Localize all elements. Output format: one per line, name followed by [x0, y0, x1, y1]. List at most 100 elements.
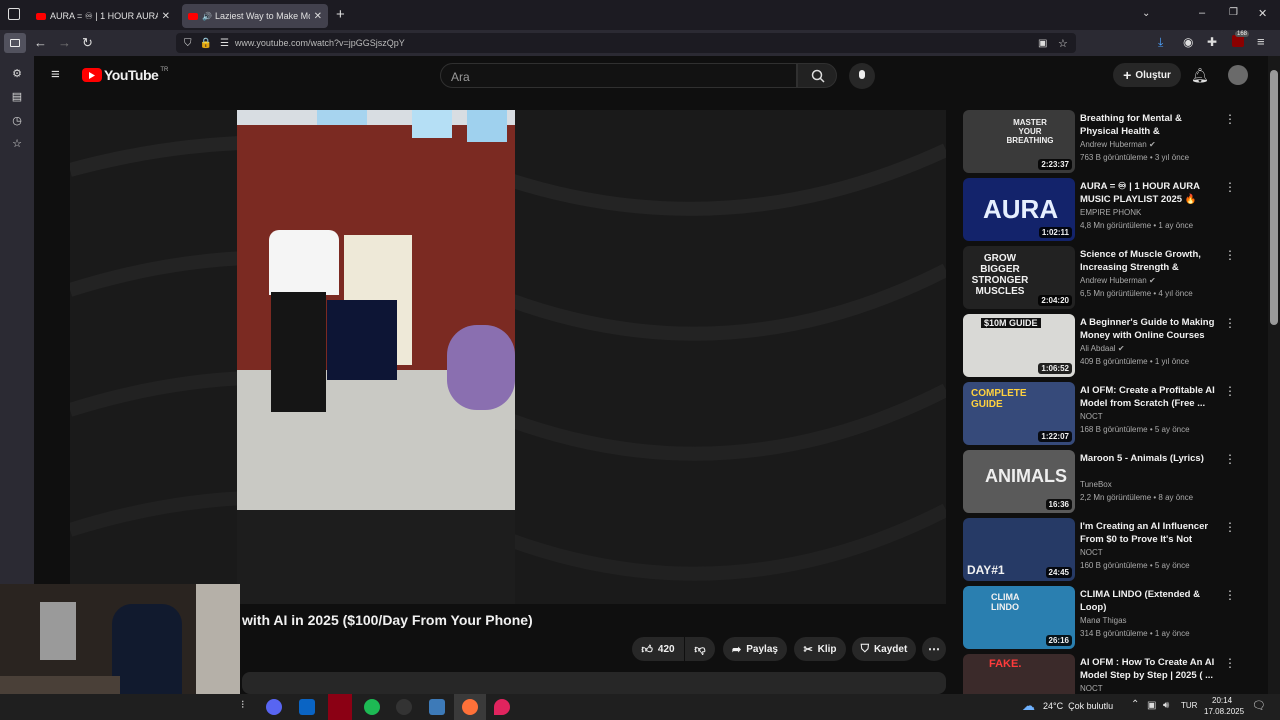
close-window-icon[interactable]: ✕ [1258, 7, 1267, 20]
create-button[interactable]: + Oluştur [1113, 63, 1181, 87]
voice-search-button[interactable] [849, 63, 875, 89]
account-icon[interactable]: ◉ [1183, 35, 1193, 49]
video-title[interactable]: Science of Muscle Growth, Increasing Str… [1080, 248, 1216, 274]
avatar[interactable] [1228, 65, 1248, 85]
back-icon[interactable]: ← [34, 35, 47, 50]
minimize-icon[interactable]: – [1199, 7, 1205, 19]
shield-icon[interactable]: ⛉ [184, 38, 192, 49]
notifications-bell-icon[interactable]: 🔔︎ [1191, 67, 1209, 84]
video-title[interactable]: Maroon 5 - Animals (Lyrics) [1080, 452, 1216, 465]
scrollbar[interactable] [1268, 56, 1280, 694]
video-thumbnail[interactable]: $10M GUIDE 1:06:52 [963, 314, 1075, 377]
video-player[interactable] [70, 110, 946, 604]
hamburger-menu-icon[interactable]: ≡ [51, 66, 60, 83]
game-app-icon[interactable] [396, 699, 412, 715]
location-app-icon[interactable] [494, 699, 510, 715]
ai-chat-icon[interactable]: ⚙ [10, 66, 24, 80]
recommendation-card[interactable]: AURA 1:02:11 AURA = ♾ | 1 HOUR AURA MUSI… [962, 178, 1262, 242]
language-indicator[interactable]: TUR [1181, 701, 1197, 710]
tab-list-icon[interactable] [8, 8, 20, 20]
channel-name[interactable]: NOCT [1080, 684, 1103, 693]
url-text[interactable]: www.youtube.com/watch?v=jpGGSjszQpY [235, 38, 405, 48]
channel-name[interactable]: Andrew Huberman ✔ [1080, 276, 1156, 285]
video-thumbnail[interactable]: MASTER YOUR BREATHING 2:23:37 [963, 110, 1075, 173]
close-icon[interactable]: ✕ [314, 11, 322, 22]
recommendation-card[interactable]: ANIMALS 16:36 Maroon 5 - Animals (Lyrics… [962, 450, 1262, 514]
video-frame[interactable] [237, 110, 515, 604]
speaker-icon[interactable]: 🔊︎ [1163, 700, 1169, 711]
video-thumbnail[interactable]: COMPLETE GUIDE 1:22:07 [963, 382, 1075, 445]
url-bar[interactable]: ⛉ 🔒 ☰ www.youtube.com/watch?v=jpGGSjszQp… [176, 33, 1076, 53]
youtube-logo[interactable]: YouTube TR [82, 67, 168, 83]
recommendation-card[interactable]: MASTER YOUR BREATHING 2:23:37 Breathing … [962, 110, 1262, 174]
firefox-icon[interactable] [462, 699, 478, 715]
download-icon[interactable]: ⤓ [1158, 35, 1163, 50]
close-icon[interactable]: ✕ [162, 11, 170, 22]
recommendation-card[interactable]: GROW BIGGER STRONGER MUSCLES 2:04:20 Sci… [962, 246, 1262, 310]
taskbar-item-icon[interactable]: ⁝ [241, 698, 245, 711]
tab-aura[interactable]: AURA = ♾ | 1 HOUR AURA M ✕ [30, 4, 176, 28]
weather-text[interactable]: 24°C Çok bulutlu [1043, 701, 1113, 711]
search-button[interactable] [797, 63, 837, 88]
reload-icon[interactable]: ↻ [82, 35, 93, 51]
video-title[interactable]: I'm Creating an AI Influencer From $0 to… [1080, 520, 1216, 546]
synced-tabs-icon[interactable]: ▤ [10, 89, 24, 103]
menu-icon[interactable]: ≡ [1257, 34, 1265, 49]
clip-button[interactable]: ✂ Klip [794, 637, 846, 661]
recommendation-card[interactable]: CLIMA LINDO 26:16 CLIMA LINDO (Extended … [962, 586, 1262, 650]
chevron-up-icon[interactable]: ⌃ [1131, 699, 1139, 710]
weather-icon[interactable]: ☁ [1022, 698, 1035, 714]
video-title[interactable]: A Beginner's Guide to Making Money with … [1080, 316, 1216, 342]
channel-name[interactable]: EMPIRE PHONK [1080, 208, 1141, 217]
forward-icon[interactable]: → [58, 35, 71, 50]
channel-name[interactable]: NOCT [1080, 412, 1103, 421]
like-button[interactable]: 👍︎ 420 [632, 637, 684, 661]
channel-name[interactable]: Ali Abdaal ✔ [1080, 344, 1125, 353]
video-thumbnail[interactable]: AURA 1:02:11 [963, 178, 1075, 241]
tray-app-icon[interactable]: ▣ [1147, 700, 1156, 711]
description-box[interactable] [242, 672, 946, 694]
more-vertical-icon[interactable]: ⋮ [1224, 248, 1236, 262]
video-thumbnail[interactable]: CLIMA LINDO 26:16 [963, 586, 1075, 649]
more-vertical-icon[interactable]: ⋮ [1224, 520, 1236, 534]
restore-icon[interactable]: ❐ [1229, 7, 1238, 18]
more-vertical-icon[interactable]: ⋮ [1224, 112, 1236, 126]
more-vertical-icon[interactable]: ⋮ [1224, 588, 1236, 602]
search-input[interactable]: Ara [440, 63, 797, 88]
video-title[interactable]: CLIMA LINDO (Extended & Loop) [1080, 588, 1216, 614]
channel-name[interactable]: NOCT [1080, 548, 1103, 557]
recommendation-card[interactable]: $10M GUIDE 1:06:52 A Beginner's Guide to… [962, 314, 1262, 378]
sidebar-toggle-icon[interactable] [4, 33, 26, 53]
bookmark-star-icon[interactable]: ☆ [1058, 37, 1068, 50]
app-red-icon[interactable] [328, 694, 352, 720]
video-title[interactable]: Breathing for Mental & Physical Health &… [1080, 112, 1216, 138]
picture-in-picture-icon[interactable]: ▣ [1038, 38, 1047, 49]
tab-laziest-way[interactable]: 🔊 Laziest Way to Make Mone ✕ [182, 4, 328, 28]
speaker-icon[interactable]: 🔊 [202, 12, 212, 21]
more-vertical-icon[interactable]: ⋮ [1224, 452, 1236, 466]
recommendation-card[interactable]: FAKE. AI OFM : How To Create An AI Model… [962, 654, 1262, 694]
video-title[interactable]: AURA = ♾ | 1 HOUR AURA MUSIC PLAYLIST 20… [1080, 180, 1216, 206]
video-thumbnail[interactable]: ANIMALS 16:36 [963, 450, 1075, 513]
discord-icon[interactable] [266, 699, 282, 715]
more-vertical-icon[interactable]: ⋮ [1224, 316, 1236, 330]
recommendation-card[interactable]: COMPLETE GUIDE 1:22:07 AI OFM: Create a … [962, 382, 1262, 446]
extensions-icon[interactable]: ✚ [1207, 35, 1217, 49]
video-thumbnail[interactable]: DAY#1 24:45 [963, 518, 1075, 581]
save-button[interactable]: ⛉ Kaydet [852, 637, 916, 661]
history-icon[interactable]: ◷ [10, 113, 24, 127]
clock-date[interactable]: 17.08.2025 [1204, 707, 1244, 716]
video-title[interactable]: AI OFM : How To Create An AI Model Step … [1080, 656, 1216, 682]
channel-name[interactable]: Manø Thigas [1080, 616, 1127, 625]
more-actions-button[interactable]: ⋯ [922, 637, 946, 661]
lock-icon[interactable]: 🔒 [200, 38, 212, 49]
bookmarks-icon[interactable]: ☆ [10, 136, 24, 150]
recommendation-card[interactable]: DAY#1 24:45 I'm Creating an AI Influence… [962, 518, 1262, 582]
spotify-icon[interactable] [364, 699, 380, 715]
video-thumbnail[interactable]: FAKE. [963, 654, 1075, 694]
window-app-icon[interactable] [429, 699, 445, 715]
clock-time[interactable]: 20:14 [1212, 696, 1232, 705]
channel-name[interactable]: Andrew Huberman ✔ [1080, 140, 1156, 149]
video-title[interactable]: AI OFM: Create a Profitable AI Model fro… [1080, 384, 1216, 410]
more-vertical-icon[interactable]: ⋮ [1224, 180, 1236, 194]
